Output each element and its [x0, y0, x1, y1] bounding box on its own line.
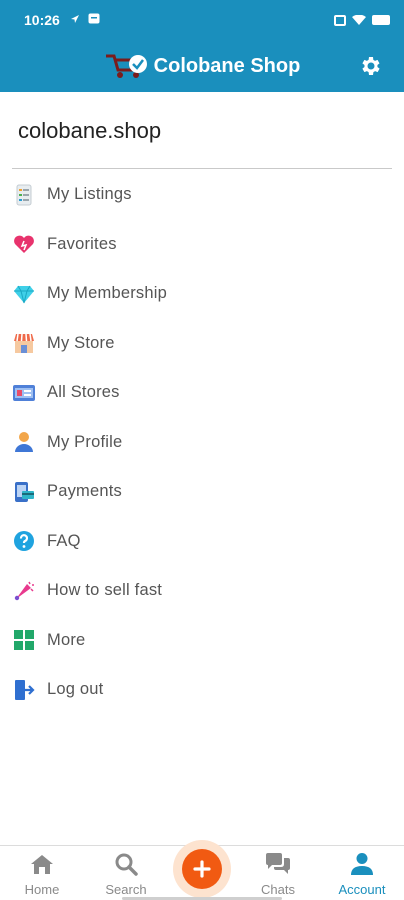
- home-icon: [2, 850, 82, 878]
- post-ad-button-halo: [173, 840, 231, 898]
- logout-icon: [12, 678, 36, 702]
- app-bar: Colobane Shop: [0, 40, 404, 92]
- tab-search[interactable]: Search: [86, 850, 166, 897]
- app-title: Colobane Shop: [153, 54, 301, 77]
- menu-item-label: Log out: [47, 680, 104, 699]
- battery-icon: [372, 15, 390, 25]
- menu-item-label: Payments: [47, 482, 122, 501]
- menu-item-how-to-sell-fast[interactable]: How to sell fast: [0, 566, 404, 616]
- menu-item-label: All Stores: [47, 383, 120, 402]
- menu-item-label: My Profile: [47, 432, 123, 451]
- account-menu: My Listings Favorites My Membership My S…: [0, 170, 404, 715]
- menu-item-label: More: [47, 630, 86, 649]
- tab-label: Account: [338, 882, 386, 897]
- menu-item-favorites[interactable]: Favorites: [0, 220, 404, 270]
- store-icon: [12, 331, 36, 355]
- tab-label: Search: [105, 882, 147, 897]
- menu-item-payments[interactable]: Payments: [0, 467, 404, 517]
- status-bar: 10:26: [0, 0, 404, 40]
- menu-item-label: How to sell fast: [47, 581, 163, 600]
- tab-label: Home: [24, 882, 60, 897]
- menu-item-all-stores[interactable]: All Stores: [0, 368, 404, 418]
- sim-icon: [334, 14, 346, 26]
- search-icon: [86, 850, 166, 878]
- megaphone-icon: [12, 579, 36, 603]
- chats-icon: [238, 850, 318, 878]
- divider: [12, 168, 392, 169]
- post-ad-button[interactable]: [182, 849, 222, 889]
- listings-icon: [12, 183, 36, 207]
- status-time: 10:26: [24, 12, 60, 28]
- wifi-icon: [352, 15, 366, 25]
- brand: Colobane Shop: [104, 52, 301, 80]
- plus-icon: [193, 860, 211, 878]
- menu-item-label: My Listings: [47, 185, 132, 204]
- account-icon: [322, 850, 402, 878]
- profile-icon: [12, 430, 36, 454]
- cart-logo-icon: [105, 54, 147, 78]
- payment-icon: [12, 480, 36, 504]
- tab-label: Chats: [261, 882, 295, 897]
- menu-item-log-out[interactable]: Log out: [0, 665, 404, 715]
- grid-icon: [12, 628, 36, 652]
- question-icon: [12, 529, 36, 553]
- navigation-arrow-icon: [70, 13, 80, 27]
- menu-item-faq[interactable]: FAQ: [0, 517, 404, 567]
- diamond-icon: [12, 282, 36, 306]
- status-right-icons: [334, 14, 390, 26]
- menu-item-label: FAQ: [47, 531, 81, 550]
- tab-account[interactable]: Account: [322, 850, 402, 897]
- tab-chats[interactable]: Chats: [238, 850, 318, 897]
- menu-item-more[interactable]: More: [0, 616, 404, 666]
- gear-icon[interactable]: [358, 54, 382, 78]
- menu-item-label: My Store: [47, 333, 115, 352]
- menu-item-my-membership[interactable]: My Membership: [0, 269, 404, 319]
- menu-item-label: My Membership: [47, 284, 167, 303]
- menu-item-my-store[interactable]: My Store: [0, 319, 404, 369]
- message-icon: [88, 13, 100, 27]
- heart-icon: [12, 232, 36, 256]
- tab-home[interactable]: Home: [2, 850, 82, 897]
- stores-icon: [12, 381, 36, 405]
- menu-item-my-profile[interactable]: My Profile: [0, 418, 404, 468]
- menu-item-my-listings[interactable]: My Listings: [0, 170, 404, 220]
- menu-item-label: Favorites: [47, 234, 117, 253]
- bottom-nav: Home Search Chats Account: [0, 840, 404, 900]
- site-title: colobane.shop: [18, 118, 162, 143]
